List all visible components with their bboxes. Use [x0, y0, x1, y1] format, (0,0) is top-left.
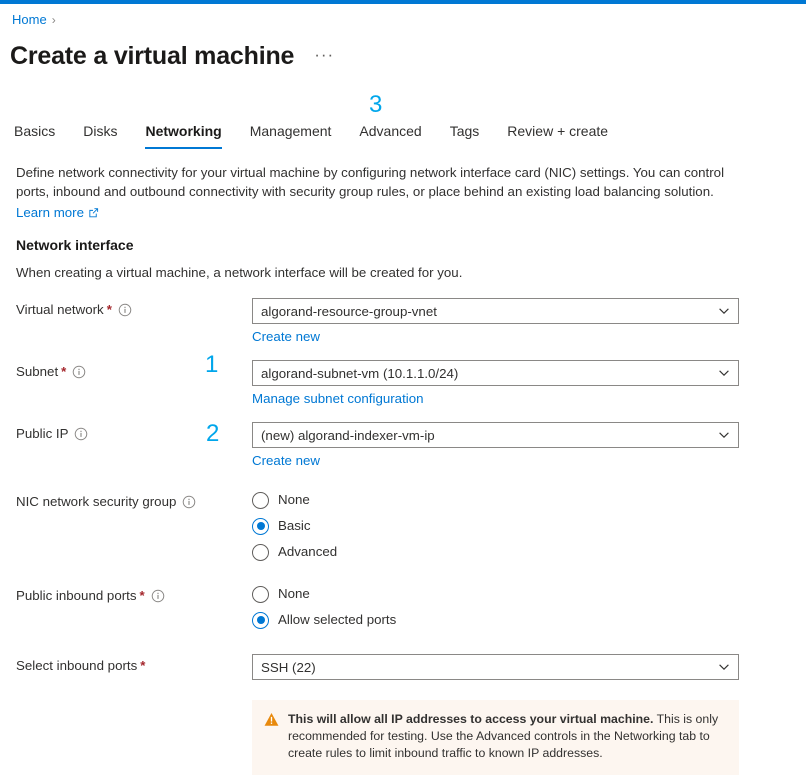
- form-row-public-inbound-ports: Public inbound ports * None Allow select…: [0, 584, 806, 629]
- select-inbound-ports-value: SSH (22): [261, 659, 316, 675]
- warning-triangle-icon: [264, 712, 279, 726]
- select-inbound-ports-control: SSH (22): [252, 654, 806, 680]
- nic-nsg-label-group: NIC network security group: [0, 490, 252, 511]
- annotation-number-3: 3: [369, 91, 383, 118]
- learn-more-label: Learn more: [16, 205, 84, 220]
- info-icon[interactable]: [118, 303, 132, 317]
- page-title: Create a virtual machine: [10, 42, 295, 70]
- radio-circle-icon: [252, 517, 269, 535]
- form-row-virtual-network: Virtual network * algorand-resource-grou…: [0, 298, 806, 346]
- subnet-dropdown[interactable]: algorand-subnet-vm (10.1.1.0/24): [252, 360, 739, 386]
- select-inbound-ports-dropdown[interactable]: SSH (22): [252, 654, 739, 680]
- public-inbound-ports-label-group: Public inbound ports *: [0, 584, 252, 605]
- page-title-row: Create a virtual machine ···: [10, 40, 334, 72]
- tab-networking[interactable]: Networking: [145, 122, 222, 149]
- form-row-warning: This will allow all IP addresses to acce…: [0, 700, 806, 775]
- nic-nsg-radio-advanced[interactable]: Advanced: [252, 543, 806, 561]
- chevron-down-icon: [719, 432, 729, 438]
- form-row-nic-nsg: NIC network security group None Basic Ad…: [0, 490, 806, 561]
- nic-nsg-radio-none[interactable]: None: [252, 491, 806, 509]
- public-ip-dropdown[interactable]: (new) algorand-indexer-vm-ip: [252, 422, 739, 448]
- required-asterisk: *: [106, 302, 112, 317]
- select-inbound-ports-label: Select inbound ports: [16, 658, 138, 673]
- public-inbound-ports-radio-allow-selected-label: Allow selected ports: [278, 612, 397, 627]
- breadcrumb: Home ›: [12, 12, 56, 28]
- nic-nsg-radio-basic-label: Basic: [278, 518, 311, 533]
- subnet-value: algorand-subnet-vm (10.1.1.0/24): [261, 365, 459, 381]
- form-row-subnet: Subnet * algorand-subnet-vm (10.1.1.0/24…: [0, 360, 806, 408]
- radio-circle-icon: [252, 611, 269, 629]
- inbound-ports-warning-callout: This will allow all IP addresses to acce…: [252, 700, 739, 775]
- tab-basics[interactable]: Basics: [14, 122, 55, 149]
- info-icon[interactable]: [182, 495, 196, 509]
- intro-block: Define network connectivity for your vir…: [16, 163, 756, 222]
- required-asterisk: *: [61, 364, 67, 379]
- public-ip-label-group: Public IP: [0, 422, 252, 443]
- public-ip-label: Public IP: [16, 426, 69, 441]
- nic-nsg-radio-none-label: None: [278, 492, 310, 507]
- nic-nsg-radio-advanced-label: Advanced: [278, 544, 338, 559]
- info-icon[interactable]: [74, 427, 88, 441]
- public-inbound-ports-radio-group: None Allow selected ports: [252, 584, 806, 629]
- manage-subnet-configuration-link[interactable]: Manage subnet configuration: [252, 390, 424, 408]
- nic-nsg-radio-group: None Basic Advanced: [252, 490, 806, 561]
- public-inbound-ports-radio-none-label: None: [278, 586, 310, 601]
- virtual-network-label: Virtual network: [16, 302, 104, 317]
- info-icon[interactable]: [72, 365, 86, 379]
- wizard-tabs: Basics Disks Networking Management Advan…: [14, 122, 608, 149]
- tab-review-create[interactable]: Review + create: [507, 122, 608, 149]
- external-link-icon: [89, 208, 99, 218]
- required-asterisk: *: [140, 658, 146, 673]
- public-inbound-ports-radio-none[interactable]: None: [252, 585, 806, 603]
- chevron-down-icon: [719, 664, 729, 670]
- public-ip-control: (new) algorand-indexer-vm-ip Create new: [252, 422, 806, 470]
- virtual-network-create-new-link[interactable]: Create new: [252, 328, 320, 346]
- breadcrumb-separator-icon: ›: [51, 13, 56, 27]
- subnet-label-group: Subnet *: [0, 360, 252, 381]
- nic-nsg-label: NIC network security group: [16, 494, 177, 509]
- section-description: When creating a virtual machine, a netwo…: [16, 265, 463, 280]
- public-inbound-ports-radio-allow-selected[interactable]: Allow selected ports: [252, 611, 806, 629]
- public-inbound-ports-control: None Allow selected ports: [252, 584, 806, 629]
- info-icon[interactable]: [151, 589, 165, 603]
- warning-spacer: [0, 700, 252, 703]
- learn-more-link[interactable]: Learn more: [16, 203, 99, 222]
- radio-circle-icon: [252, 491, 269, 509]
- subnet-control: algorand-subnet-vm (10.1.1.0/24) Manage …: [252, 360, 806, 408]
- select-inbound-ports-label-group: Select inbound ports *: [0, 654, 252, 675]
- form-row-select-inbound-ports: Select inbound ports * SSH (22): [0, 654, 806, 680]
- tab-disks[interactable]: Disks: [83, 122, 117, 149]
- public-inbound-ports-label: Public inbound ports: [16, 588, 137, 603]
- required-asterisk: *: [139, 588, 145, 603]
- virtual-network-control: algorand-resource-group-vnet Create new: [252, 298, 806, 346]
- tab-tags[interactable]: Tags: [450, 122, 480, 149]
- chevron-down-icon: [719, 308, 729, 314]
- public-ip-value: (new) algorand-indexer-vm-ip: [261, 427, 435, 443]
- nic-nsg-radio-basic[interactable]: Basic: [252, 517, 806, 535]
- top-accent-bar: [0, 0, 806, 4]
- breadcrumb-home-link[interactable]: Home: [12, 12, 47, 28]
- create-vm-page: Home › Create a virtual machine ··· 3 1 …: [0, 0, 806, 775]
- warning-text: This will allow all IP addresses to acce…: [288, 711, 725, 762]
- networking-form: Virtual network * algorand-resource-grou…: [0, 298, 806, 775]
- virtual-network-value: algorand-resource-group-vnet: [261, 303, 437, 319]
- intro-paragraph: Define network connectivity for your vir…: [16, 165, 725, 199]
- chevron-down-icon: [719, 370, 729, 376]
- nic-nsg-control: None Basic Advanced: [252, 490, 806, 561]
- warning-control: This will allow all IP addresses to acce…: [252, 700, 806, 775]
- subnet-label: Subnet: [16, 364, 59, 379]
- tab-management[interactable]: Management: [250, 122, 332, 149]
- form-row-public-ip: Public IP (new) algorand-indexer-vm-ip C…: [0, 422, 806, 470]
- radio-circle-icon: [252, 543, 269, 561]
- public-ip-create-new-link[interactable]: Create new: [252, 452, 320, 470]
- radio-circle-icon: [252, 585, 269, 603]
- section-heading: Network interface: [16, 237, 134, 253]
- warning-bold-text: This will allow all IP addresses to acce…: [288, 712, 654, 726]
- virtual-network-label-group: Virtual network *: [0, 298, 252, 319]
- more-options-icon[interactable]: ···: [314, 46, 334, 63]
- virtual-network-dropdown[interactable]: algorand-resource-group-vnet: [252, 298, 739, 324]
- tab-advanced[interactable]: Advanced: [359, 122, 421, 149]
